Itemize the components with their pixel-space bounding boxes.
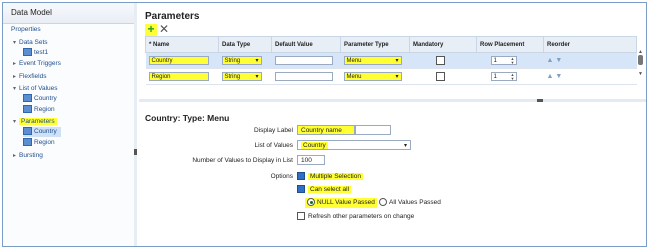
col-default-value[interactable]: Default Value [271,36,341,53]
display-label-input[interactable]: Country name [297,125,355,135]
options-label: Options [270,173,293,180]
tree-item-test1[interactable]: test1 [23,48,48,58]
list-of-values-select[interactable]: Country ▾ [297,140,411,150]
tree-item-properties[interactable]: Properties [11,25,41,35]
col-mandatory[interactable]: Mandatory [409,36,477,53]
detail-title: Country: Type: Menu [145,113,230,123]
dataset-icon [23,48,32,57]
scroll-thumb[interactable] [638,55,643,65]
table-scrollbar[interactable]: ▲ ▼ [638,49,643,79]
all-values-passed-option[interactable]: All Values Passed [379,198,441,208]
reorder-icon[interactable]: ▲▼ [547,73,565,80]
main-panel: Parameters + ✕ * Name Data Type Default … [139,3,646,246]
default-value-input[interactable] [274,56,333,65]
null-value-radio[interactable] [307,198,315,207]
row-placement-stepper[interactable]: 1 ▲ ▼ [490,72,517,81]
collapse-handle-icon[interactable] [134,149,137,155]
display-label-input-remainder[interactable] [355,125,391,135]
sidebar-splitter[interactable] [134,3,137,246]
multiple-selection-option[interactable]: Multiple Selection [297,172,363,182]
list-of-values-label: List of Values [254,142,293,149]
chevron-down-icon: ▾ [255,58,259,64]
default-value-input[interactable] [274,72,333,81]
parameter-type-select[interactable]: Menu ▾ [343,56,402,65]
tree-item-event-triggers[interactable]: ▸ Event Triggers [13,59,61,69]
collapse-handle-icon[interactable] [537,99,543,102]
tree-item-lov-region[interactable]: Region [23,105,55,115]
tree-item-parameters[interactable]: ▾ Parameters [13,117,57,127]
parameter-type-select[interactable]: Menu ▾ [343,72,402,81]
refresh-other-checkbox[interactable] [297,212,305,221]
add-icon[interactable]: + [145,23,157,36]
list-icon [23,105,32,114]
table-row[interactable]: Region String ▾ Menu ▾ 1 ▲ ▼ ▲▼ [145,68,637,85]
col-name[interactable]: * Name [145,36,219,53]
delete-icon[interactable]: ✕ [159,23,169,35]
stepper-arrows-icon[interactable]: ▲ ▼ [511,73,515,81]
list-icon [23,94,32,103]
chevron-down-icon: ▾ [395,74,399,80]
col-data-type[interactable]: Data Type [218,36,272,53]
tree-item-list-of-values[interactable]: ▾ List of Values [13,84,58,94]
can-select-all-checkbox[interactable] [297,185,305,194]
col-row-placement[interactable]: Row Placement [476,36,544,53]
panel-splitter[interactable] [139,99,646,102]
can-select-all-option[interactable]: Can select all [297,185,352,195]
reorder-icon[interactable]: ▲▼ [547,57,565,64]
multiple-selection-checkbox[interactable] [297,172,305,181]
all-values-radio[interactable] [379,198,387,207]
scroll-down-icon[interactable]: ▼ [638,71,643,77]
tree-item-bursting[interactable]: ▸ Bursting [13,151,43,161]
mandatory-checkbox[interactable] [435,72,445,81]
sidebar-title: Data Model [3,3,134,24]
col-reorder[interactable]: Reorder [543,36,637,53]
parameters-table: * Name Data Type Default Value Parameter… [145,36,637,85]
mandatory-checkbox[interactable] [435,56,445,65]
stepper-arrows-icon[interactable]: ▲ ▼ [511,57,515,65]
chevron-down-icon: ▾ [403,143,407,149]
refresh-other-option[interactable]: Refresh other parameters on change [297,212,414,222]
parameters-heading: Parameters [145,11,200,22]
app-frame: Data Model Properties ▾ Data Sets test1 ▸… [2,2,647,247]
table-row[interactable]: Country String ▾ Menu ▾ 1 ▲ ▼ ▲▼ [145,52,637,69]
parameter-icon [23,138,32,147]
data-type-select[interactable]: String ▾ [221,72,262,81]
tree-item-param-region[interactable]: Region [23,138,55,148]
row-placement-stepper[interactable]: 1 ▲ ▼ [490,56,517,65]
sidebar: Data Model Properties ▾ Data Sets test1 ▸… [3,3,135,246]
display-label-label: Display Label [253,127,293,134]
null-value-passed-option[interactable]: NULL Value Passed [305,198,377,208]
col-parameter-type[interactable]: Parameter Type [340,36,410,53]
num-values-label: Number of Values to Display in List [192,157,293,164]
chevron-down-icon: ▾ [395,58,399,64]
chevron-down-icon: ▾ [255,74,259,80]
parameter-icon [23,127,32,136]
num-values-input[interactable]: 100 [297,155,325,165]
tree-item-flexfields[interactable]: ▸ Flexfields [13,72,46,82]
name-input[interactable]: Region [148,72,209,81]
tree-item-data-sets[interactable]: ▾ Data Sets [13,38,48,48]
data-type-select[interactable]: String ▾ [221,56,262,65]
name-input[interactable]: Country [148,56,209,65]
tree-item-param-country[interactable]: Country [23,127,61,137]
tree-item-lov-country[interactable]: Country [23,94,57,104]
